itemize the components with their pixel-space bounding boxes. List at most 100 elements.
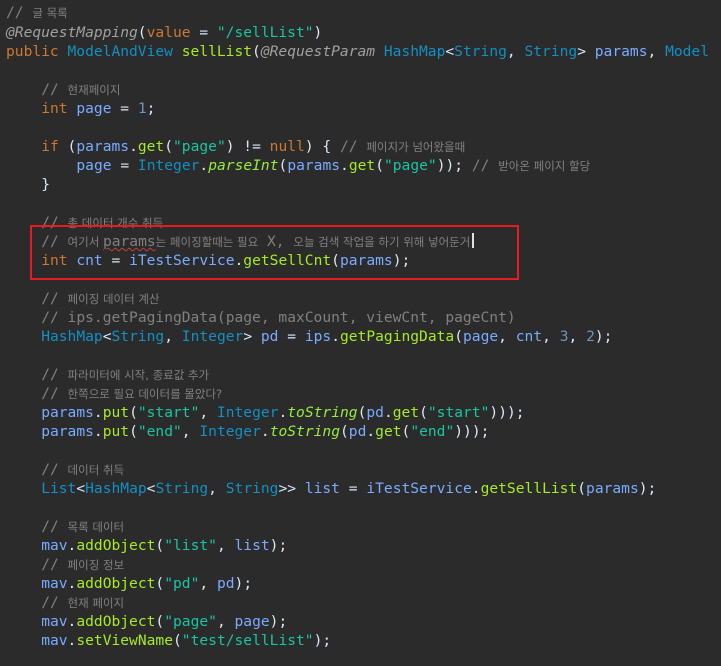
code-line[interactable]: params.put("start", Integer.toString(pd.… [41,403,524,422]
code-line[interactable]: // 목록 데이터 [41,517,124,536]
code-token-plain: ( [129,423,138,440]
code-line[interactable]: mav.addObject("page", page); [41,612,287,631]
code-line[interactable]: // 현재페이지 [41,80,120,99]
code-token-string: "start" [427,404,490,421]
code-token-string: "end" [137,423,182,440]
code-token-var: mav [41,575,68,592]
code-token-korean: 현재 페이지 [67,596,125,610]
code-token-plain: . [331,328,340,345]
code-token-var: mav [41,537,68,554]
code-token-plain: ))); [489,404,525,421]
code-line[interactable]: int cnt = iTestService.getSellCnt(params… [41,251,410,270]
code-token-plain: = [111,157,138,174]
code-token-plain: ); [392,252,411,269]
code-line[interactable]: // 현재 페이지 [41,593,124,612]
code-token-var: list [234,537,270,554]
code-token-plain: . [93,404,103,421]
code-token-annot: @RequestMapping [6,24,138,41]
code-token-korean: 페이징 정보 [67,558,125,572]
code-token-type: Integer [199,423,261,440]
code-token-korean: 페이지가 넘어왔을때 [366,140,466,154]
code-token-comment: // [41,461,68,478]
code-line[interactable]: HashMap<String, Integer> pd = ips.getPag… [41,327,612,346]
code-token-plain: ); [313,632,332,649]
code-token-comment: // [41,366,68,383]
code-token-plain: ( [129,404,138,421]
code-line[interactable]: // 페이징 정보 [41,555,124,574]
code-line[interactable]: // 데이터 취득 [41,460,124,479]
code-token-var: cnt [515,328,543,345]
code-line[interactable]: @RequestMapping(value = "/sellList") [6,23,322,42]
code-line[interactable]: params.put("end", Integer.toString(pd.ge… [41,422,489,441]
code-token-plain: ( [454,328,464,345]
code-token-plain: = [339,480,367,497]
code-token-type: Integer [216,404,279,421]
code-token-keyword: int [41,252,77,269]
code-token-comment: // [41,81,68,98]
code-token-plain: )); [436,157,472,174]
code-line[interactable]: public ModelAndView sellList(@RequestPar… [6,42,709,61]
code-token-type: Integer [181,328,244,345]
code-token-var: mav [41,632,68,649]
code-token-var: page [234,613,270,630]
code-token-plain: , [208,480,226,497]
code-token-method: get [137,138,165,155]
code-token-var: params [41,423,94,440]
code-token-plain: , [199,575,217,592]
code-token-plain: ( [155,537,165,554]
code-token-korean: 페이징 데이터 계산 [67,292,160,306]
code-token-plain: ); [234,575,253,592]
code-token-string: "page" [383,157,437,174]
code-token-plain: = [278,328,305,345]
code-editor[interactable]: // 글 목록 @RequestMapping(value = "/sellLis… [0,0,721,666]
code-token-type: String [524,43,578,60]
code-token-plain: = [190,24,217,41]
code-line[interactable]: int page = 1; [41,99,155,118]
code-token-plain: , [199,404,217,421]
code-line[interactable]: mav.setViewName("test/sellList"); [41,631,331,650]
code-token-plain: < [76,480,86,497]
code-line[interactable]: // 총 데이터 개수 취득 [41,213,163,232]
code-token-korean: 오늘 검색 작업을 하기 위해 넣어둔거 [293,235,471,249]
code-token-plain: . [340,157,349,174]
code-token-comment: // [6,4,33,21]
code-line[interactable]: // 여기서 params는 페이징할때는 필요 X, 오늘 검색 작업을 하기… [41,232,475,251]
code-token-var: iTestService [366,480,472,497]
code-token-plain: ( [339,423,349,440]
code-line[interactable]: page = Integer.parseInt(params.get("page… [76,156,590,175]
code-token-plain: ( [278,157,288,174]
code-token-plain: , [181,423,200,440]
code-token-type: ModelAndView [67,43,182,60]
code-token-method: addObject [76,613,156,630]
code-token-method: addObject [76,575,156,592]
code-token-var: pd [366,404,384,421]
code-token-method: get [348,157,376,174]
code-line[interactable]: mav.addObject("list", list); [41,536,287,555]
code-token-string: "page" [164,613,217,630]
code-line[interactable]: // 파라미터에 시작, 종료값 추가 [41,365,209,384]
code-token-type: String [454,43,507,60]
code-token-korean: 파라미터에 시작, 종료값 추가 [67,368,210,382]
code-token-annot: @RequestParam [260,43,384,60]
code-token-keyword: value [146,24,191,41]
code-token-method: get [375,423,402,440]
code-line[interactable]: if (params.get("page") != null) { // 페이지… [41,137,465,156]
code-token-var: pd [260,328,279,345]
code-line[interactable]: // 글 목록 [6,3,68,22]
code-line[interactable]: // 페이징 데이터 계산 [41,289,159,308]
code-token-plain: < [102,328,112,345]
code-token-var: cnt [76,252,103,269]
code-token-var: params [339,252,393,269]
code-line[interactable]: mav.addObject("pd", pd); [41,574,252,593]
code-token-comment: // [471,157,499,174]
code-line[interactable]: } [41,175,50,194]
code-token-plain: > [243,328,261,345]
code-token-var: params [76,138,130,155]
code-token-static: toString [269,423,340,440]
code-line[interactable]: // ips.getPagingData(page, maxCount, vie… [41,308,515,327]
code-token-type: HashMap [85,480,147,497]
code-line[interactable]: // 한쪽으로 필요 데이터를 몰았다? [41,384,222,403]
code-token-method: getSellList [480,480,578,497]
code-token-method: put [102,404,130,421]
code-line[interactable]: List<HashMap<String, String>> list = iTe… [41,479,656,498]
